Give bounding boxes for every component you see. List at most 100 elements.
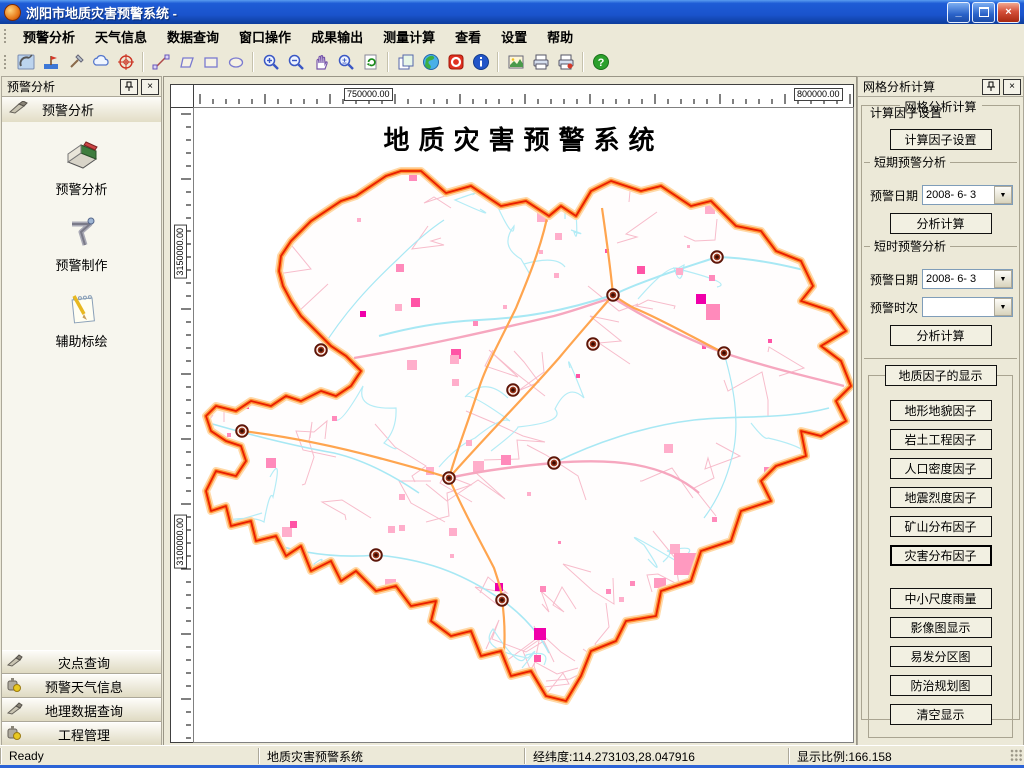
brush-icon xyxy=(6,701,23,719)
copy-layers-icon[interactable] xyxy=(393,50,418,74)
globe-icon[interactable] xyxy=(418,50,443,74)
hammer-tool-icon[interactable] xyxy=(63,50,88,74)
restore-button[interactable] xyxy=(972,2,995,23)
close-button[interactable]: × xyxy=(997,2,1020,23)
pan-hand-icon[interactable] xyxy=(308,50,333,74)
town-marker[interactable] xyxy=(496,594,508,606)
btn-geotech-factor[interactable]: 岩土工程因子 xyxy=(890,429,992,450)
ruler-y-label: 3150000.00 xyxy=(174,225,187,279)
satellite-dish-icon[interactable] xyxy=(13,50,38,74)
chevron-down-icon[interactable]: ▼ xyxy=(994,270,1012,288)
menu-weather-info[interactable]: 天气信息 xyxy=(85,24,157,49)
town-marker[interactable] xyxy=(443,472,455,484)
ellipse-draw-icon[interactable] xyxy=(223,50,248,74)
town-marker[interactable] xyxy=(607,289,619,301)
item-warning-analysis[interactable]: 预警分析 xyxy=(2,138,161,198)
menu-warning-analysis[interactable]: 预警分析 xyxy=(13,24,85,49)
zoom-out-icon[interactable] xyxy=(283,50,308,74)
menu-settings[interactable]: 设置 xyxy=(491,24,537,49)
pin-icon[interactable] xyxy=(982,79,1000,95)
polygon-draw-icon[interactable] xyxy=(173,50,198,74)
status-system-name: 地质灾害预警系统 xyxy=(258,748,533,764)
line-draw-icon[interactable] xyxy=(148,50,173,74)
bar-geo-data-query[interactable]: 地理数据查询 xyxy=(2,698,161,722)
btn-population-factor[interactable]: 人口密度因子 xyxy=(890,458,992,479)
left-panel-header[interactable]: 预警分析 xyxy=(2,97,161,123)
chevron-down-icon[interactable]: ▼ xyxy=(994,186,1012,204)
menubar: 预警分析天气信息数据查询窗口操作成果输出测量计算查看设置帮助 xyxy=(0,24,1024,49)
info-icon[interactable] xyxy=(468,50,493,74)
btn-seismic-factor[interactable]: 地震烈度因子 xyxy=(890,487,992,508)
pin-icon[interactable] xyxy=(120,79,138,95)
town-marker[interactable] xyxy=(587,338,599,350)
menu-result-output[interactable]: 成果输出 xyxy=(301,24,373,49)
ruler-x-label: 800000.00 xyxy=(794,88,843,101)
btn-rainfall[interactable]: 中小尺度雨量 xyxy=(890,588,992,609)
town-marker[interactable] xyxy=(236,425,248,437)
geofactor-display-group: 地质因子的显示 地形地貌因子岩土工程因子人口密度因子地震烈度因子矿山分布因子灾害… xyxy=(868,375,1013,738)
bar-project-manage-label: 工程管理 xyxy=(33,725,135,744)
nowcast-analyze-button[interactable]: 分析计算 xyxy=(890,325,992,346)
item-warning-make[interactable]: 预警制作 xyxy=(2,214,161,274)
nowcast-time-label: 预警时次 xyxy=(870,299,922,316)
town-marker[interactable] xyxy=(548,457,560,469)
nowcast-time-combobox[interactable]: ▼ xyxy=(922,297,1013,317)
town-marker[interactable] xyxy=(718,347,730,359)
cloud-tool-icon[interactable] xyxy=(88,50,113,74)
menubar-grip[interactable] xyxy=(3,28,8,44)
menu-window-ops[interactable]: 窗口操作 xyxy=(229,24,301,49)
short-term-date-combobox[interactable]: 2008- 6- 3 ▼ xyxy=(922,185,1013,205)
minimize-button[interactable]: _ xyxy=(947,2,970,23)
close-icon[interactable]: × xyxy=(1003,79,1021,95)
geofactor-display-button[interactable]: 地质因子的显示 xyxy=(885,365,997,386)
btn-susceptibility-map[interactable]: 易发分区图 xyxy=(890,646,992,667)
right-panel: 网格分析计算 × 网格分析计算 计算因子设置 计算因子设置 短期预警分析 预警日… xyxy=(857,76,1024,747)
bar-disaster-point-query[interactable]: 灾点查询 xyxy=(2,650,161,674)
print-icon[interactable] xyxy=(528,50,553,74)
refresh-view-icon[interactable] xyxy=(358,50,383,74)
toolbar-separator xyxy=(142,52,144,72)
btn-prevention-plan[interactable]: 防治规划图 xyxy=(890,675,992,696)
town-marker[interactable] xyxy=(711,251,723,263)
chevron-down-icon[interactable]: ▼ xyxy=(994,298,1012,316)
rectangle-draw-icon[interactable] xyxy=(198,50,223,74)
short-term-analyze-button[interactable]: 分析计算 xyxy=(890,213,992,234)
map-canvas[interactable]: 地质灾害预警系统 xyxy=(193,107,854,743)
town-marker[interactable] xyxy=(370,549,382,561)
btn-clear-display[interactable]: 清空显示 xyxy=(890,704,992,725)
btn-disaster-factor[interactable]: 灾害分布因子 xyxy=(890,545,992,566)
town-marker[interactable] xyxy=(315,344,327,356)
nowcast-label: 短时预警分析 xyxy=(870,238,950,255)
toolbar-separator xyxy=(582,52,584,72)
bar-warning-weather-info[interactable]: 预警天气信息 xyxy=(2,674,161,698)
zoom-extent-icon[interactable]: ± xyxy=(333,50,358,74)
town-marker[interactable] xyxy=(507,384,519,396)
help-icon[interactable]: ? xyxy=(588,50,613,74)
flag-tool-icon[interactable] xyxy=(38,50,63,74)
statusbar: Ready地质灾害预警系统经纬度:114.273103,28.047916显示比… xyxy=(0,745,1024,766)
menu-view[interactable]: 查看 xyxy=(445,24,491,49)
status-ready: Ready xyxy=(0,748,267,764)
bar-project-manage[interactable]: 工程管理 xyxy=(2,722,161,746)
toolbar-grip[interactable] xyxy=(3,54,8,70)
status-coordinates: 经纬度:114.273103,28.047916 xyxy=(524,748,797,764)
left-panel-bottom-bars: 灾点查询预警天气信息地理数据查询工程管理 xyxy=(2,650,161,746)
stop-icon[interactable] xyxy=(443,50,468,74)
zoom-in-icon[interactable] xyxy=(258,50,283,74)
map-drawing[interactable] xyxy=(194,108,853,742)
item-aux-plot[interactable]: 辅助标绘 xyxy=(2,290,161,350)
menu-measure-calc[interactable]: 测量计算 xyxy=(373,24,445,49)
target-tool-icon[interactable] xyxy=(113,50,138,74)
menu-help[interactable]: 帮助 xyxy=(537,24,583,49)
factor-setting-button[interactable]: 计算因子设置 xyxy=(890,129,992,150)
toolbar-separator xyxy=(252,52,254,72)
btn-mine-factor[interactable]: 矿山分布因子 xyxy=(890,516,992,537)
btn-imagery[interactable]: 影像图显示 xyxy=(890,617,992,638)
print-preview-icon[interactable] xyxy=(553,50,578,74)
nowcast-date-combobox[interactable]: 2008- 6- 3 ▼ xyxy=(922,269,1013,289)
menu-data-query[interactable]: 数据查询 xyxy=(157,24,229,49)
close-icon[interactable]: × xyxy=(141,79,159,95)
btn-terrain-factor[interactable]: 地形地貌因子 xyxy=(890,400,992,421)
section-short-term: 短期预警分析 预警日期 2008- 6- 3 ▼ 分析计算 xyxy=(864,163,1017,247)
image-view-icon[interactable] xyxy=(503,50,528,74)
